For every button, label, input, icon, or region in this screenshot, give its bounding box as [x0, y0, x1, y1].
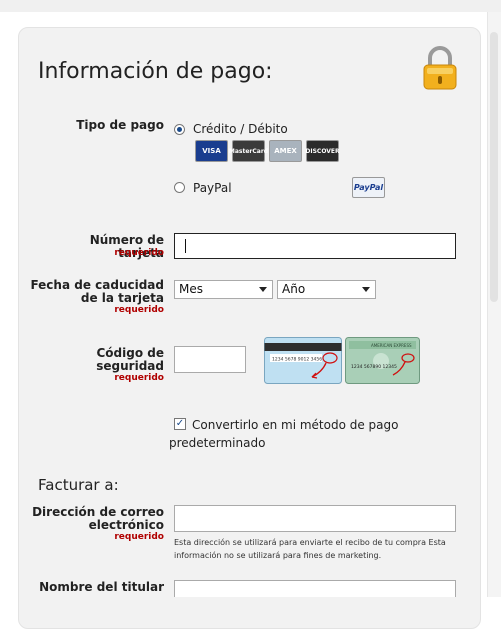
- radio-paypal[interactable]: [174, 182, 185, 193]
- holder-name-input[interactable]: [174, 580, 456, 597]
- holder-name-label: Nombre del titular: [39, 580, 164, 594]
- back-card-number: 1234 5678 9012 3456: [272, 357, 322, 363]
- security-required: requerido: [114, 373, 164, 383]
- payment-type-label: Tipo de pago: [76, 118, 164, 132]
- expiry-year-select[interactable]: Año: [277, 280, 376, 299]
- card-number-required: requerido: [114, 248, 164, 258]
- paypal-logo: PayPal: [352, 177, 385, 198]
- expiry-required: requerido: [114, 305, 164, 315]
- expiry-year-value: Año: [282, 282, 306, 296]
- amex-card-icon: AMEX: [269, 140, 302, 162]
- scrollbar-thumb[interactable]: [490, 32, 498, 302]
- email-input[interactable]: [174, 505, 456, 532]
- security-code-input[interactable]: [174, 346, 246, 373]
- email-label-line2: electrónico: [88, 518, 164, 532]
- billing-heading: Facturar a:: [38, 476, 119, 494]
- option-paypal-label[interactable]: PayPal: [193, 181, 232, 195]
- default-method-label-line1[interactable]: Convertirlo en mi método de pago: [192, 418, 398, 432]
- text-caret: [185, 239, 186, 253]
- radio-card[interactable]: [174, 124, 185, 135]
- default-method-checkbox[interactable]: ✓: [174, 418, 186, 430]
- card-back-cvv-image: 1234 5678 9012 3456: [264, 337, 342, 384]
- expiry-label-line2: de la tarjeta: [80, 291, 164, 305]
- front-card-number: 1234 567890 12345: [351, 364, 397, 370]
- visa-card-icon: VISA: [195, 140, 228, 162]
- padlock-icon: [423, 46, 457, 90]
- browser-top-strip: [0, 0, 501, 12]
- discover-card-icon: DISCOVER: [305, 140, 340, 162]
- expiry-month-value: Mes: [179, 282, 203, 296]
- page-title: Información de pago:: [38, 59, 273, 84]
- expiry-month-select[interactable]: Mes: [174, 280, 273, 299]
- chevron-down-icon: [362, 287, 370, 292]
- front-card-brand: AMERICAN EXPRESS: [371, 343, 412, 348]
- card-front-cid-image: AMERICAN EXPRESS 1234 567890 12345: [345, 337, 420, 384]
- security-label-line2: seguridad: [96, 359, 164, 373]
- chevron-down-icon: [259, 287, 267, 292]
- option-card-label[interactable]: Crédito / Débito: [193, 122, 288, 136]
- email-help-text: Esta dirección se utilizará para enviart…: [174, 538, 446, 560]
- scrollbar[interactable]: [487, 12, 501, 597]
- mastercard-icon: MasterCard: [229, 140, 268, 162]
- card-number-input[interactable]: [174, 233, 456, 259]
- default-method-label-line2[interactable]: predeterminado: [169, 436, 265, 450]
- email-required: requerido: [114, 532, 164, 542]
